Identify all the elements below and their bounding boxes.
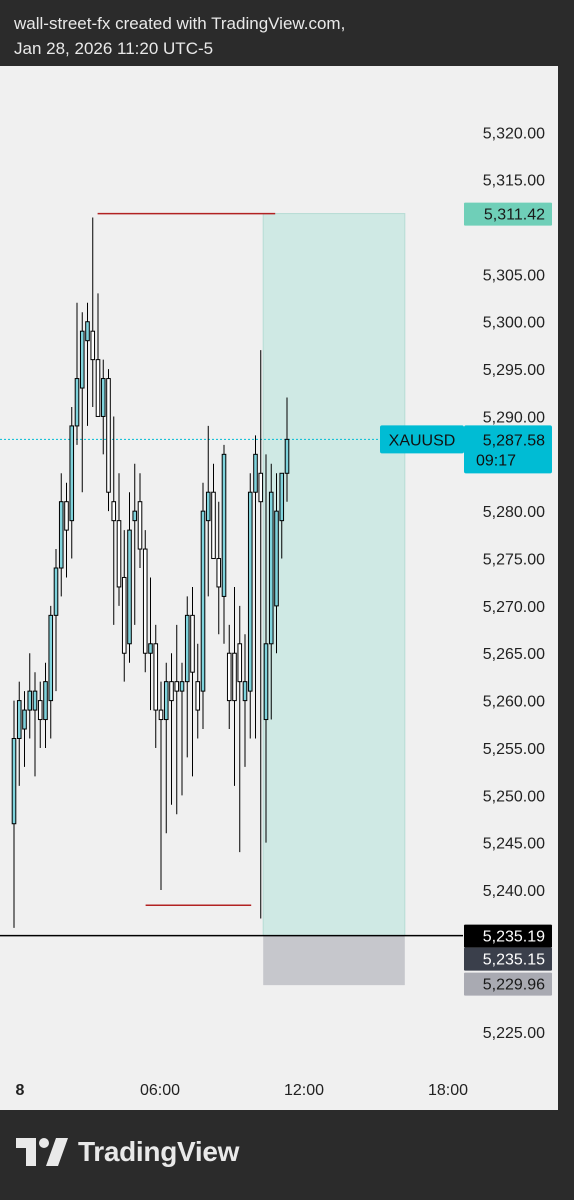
symbol-tag-label: XAUUSD [389,432,456,449]
candle-body [190,614,195,673]
y-tick-label: 5,245.00 [483,836,545,853]
candle-body [179,681,185,692]
position-tool[interactable] [262,213,406,986]
position-loss-zone [263,935,405,986]
candle-body [132,510,138,522]
candle-body [158,709,164,721]
candle-body [43,681,48,721]
candle-body [127,529,132,645]
price-tag-label: 5,235.19 [483,929,545,946]
candle-body [64,501,69,531]
candle-body [48,614,54,702]
x-tick-label: 18:00 [428,1082,468,1099]
y-tick-label: 5,260.00 [483,694,545,711]
y-tick-label: 5,275.00 [483,552,545,569]
candle-body [22,709,27,730]
candle-body [205,491,211,522]
candle-body [90,330,96,361]
price-tag-label: 5,235.15 [483,952,545,969]
candle-body [258,472,264,503]
candle-body [53,567,59,616]
candle-body [85,321,90,342]
candle-body [163,681,169,721]
candle-body [74,378,80,427]
countdown-label: 09:17 [476,452,516,469]
candle-body [58,501,64,569]
candle-body [37,700,43,721]
candle-body [142,548,148,654]
y-tick-label: 5,270.00 [483,599,545,616]
candle-body [95,359,101,417]
y-tick-label: 5,240.00 [483,883,545,900]
y-tick-label: 5,225.00 [483,1025,545,1042]
x-tick-label: 06:00 [140,1082,180,1099]
y-tick-label: 5,265.00 [483,646,545,663]
y-tick-label: 5,305.00 [483,267,545,284]
candle-body [27,690,33,711]
y-tick-label: 5,250.00 [483,788,545,805]
candle-body [106,378,111,493]
candle-body [116,520,122,588]
y-tick-label: 5,315.00 [483,173,545,190]
price-tag-label: 5,229.96 [483,977,545,994]
candle-body [11,737,17,825]
candle-body [111,501,117,522]
candle-body [268,491,274,645]
candle-body [247,491,253,692]
y-tick-label: 5,300.00 [483,315,545,332]
header-date-line: Jan 28, 2026 11:20 UTC-5 [14,39,214,58]
candle-body [100,378,106,417]
header-author-line: wall-street-fx created with TradingView.… [14,14,346,33]
candle-body [216,558,222,588]
candle-body [242,681,248,702]
y-tick-label: 5,280.00 [483,504,545,521]
tradingview-logo-icon [16,1138,68,1166]
candle-body [253,453,258,493]
candle-body [16,700,22,739]
candle-body [237,643,243,683]
candle-body [221,453,227,597]
y-tick-label: 5,295.00 [483,362,545,379]
candle-body [274,510,279,607]
candle-body [263,643,269,721]
y-tick-label: 5,290.00 [483,409,545,426]
candle-body [284,438,290,474]
candle-body [279,472,285,522]
candle-body [69,425,75,522]
current-price-label: 5,287.58 [483,432,545,449]
candle-body [184,614,190,683]
x-tick-label: 8 [16,1082,25,1099]
candle-body [121,576,127,654]
candle-body [137,501,143,550]
candle-body [79,330,85,389]
candle-body [174,681,180,692]
candle-body [153,643,159,711]
candle-body [200,510,206,692]
candle-body [195,681,201,711]
y-tick-label: 5,255.00 [483,741,545,758]
candle-body [232,652,237,702]
candle-body [169,681,174,702]
position-profit-zone [262,213,406,937]
y-tick-label: 5,320.00 [483,125,545,142]
candle-body [226,652,232,702]
candle-body [148,643,153,654]
candle-body [32,690,38,711]
brand-name: TradingView [78,1136,240,1167]
x-tick-label: 12:00 [284,1082,324,1099]
candle-body [211,491,216,560]
price-tag-label: 5,311.42 [484,207,545,224]
price-chart[interactable]: 5,320.00 5,315.00 5,305.00 5,300.00 5,295.00… [0,66,558,1110]
tradingview-logo[interactable]: TradingView [16,1136,239,1168]
